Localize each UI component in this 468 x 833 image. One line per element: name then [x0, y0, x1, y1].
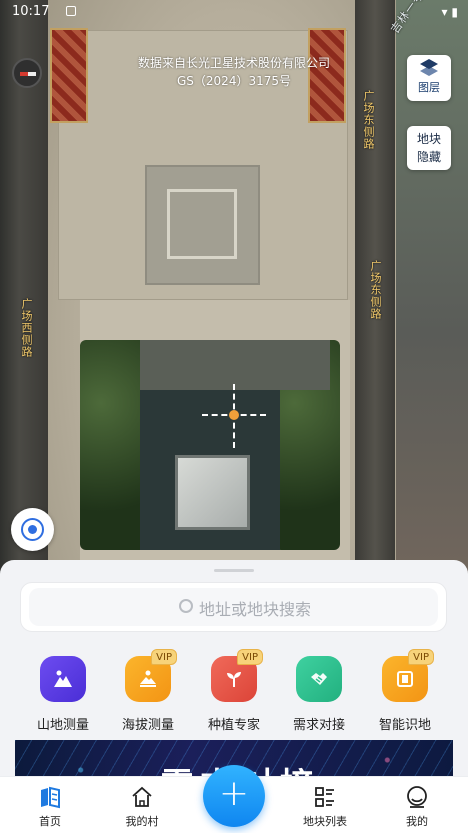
smart-identify-icon: VIP — [382, 649, 434, 702]
quick-action-altitude-survey[interactable]: VIP 海拔测量 — [108, 649, 188, 733]
village-icon — [130, 785, 154, 809]
road-label: 广场西侧路 — [20, 298, 33, 358]
compass-icon[interactable] — [12, 58, 42, 88]
tab-plot-list[interactable]: 地块列表 — [290, 785, 360, 829]
map-monument — [145, 165, 260, 285]
quick-action-smart-identify[interactable]: VIP 智能识地 — [365, 649, 445, 733]
vip-badge: VIP — [151, 649, 177, 665]
map-credit-line: GS（2024）3175号 — [177, 74, 291, 88]
tab-label: 我的 — [406, 815, 428, 828]
tab-my-village[interactable]: 我的村 — [107, 785, 177, 829]
map-credit-line: 数据来自长光卫星技术股份有限公司 — [137, 56, 330, 70]
sprout-icon: VIP — [211, 649, 263, 702]
status-bar: 10:17 ▾ ▮ — [0, 0, 468, 24]
user-icon — [405, 785, 429, 809]
locate-icon-dot — [28, 525, 37, 534]
tab-mine[interactable]: 我的 — [382, 785, 452, 829]
vip-badge: VIP — [408, 649, 434, 665]
quick-action-mountain-survey[interactable]: 山地测量 — [23, 656, 103, 733]
handshake-icon — [296, 656, 342, 702]
search-placeholder: 地址或地块搜索 — [199, 600, 312, 619]
tab-label: 首页 — [39, 815, 61, 828]
hide-plots-button[interactable]: 地块 隐藏 — [407, 126, 451, 170]
search-icon — [179, 599, 193, 613]
hide-plots-label: 地块 — [416, 132, 441, 146]
map-credit: 数据来自长光卫星技术股份有限公司 GS（2024）3175号 — [0, 54, 468, 90]
quick-action-label: 海拔测量 — [121, 718, 174, 733]
altitude-icon: VIP — [125, 649, 177, 702]
tab-label: 地块列表 — [303, 815, 347, 828]
layers-icon — [418, 59, 440, 79]
hide-plots-label: 隐藏 — [416, 150, 441, 164]
status-icons: ▾ ▮ — [441, 5, 458, 19]
vip-badge: VIP — [237, 649, 263, 665]
layers-label: 图层 — [418, 81, 440, 94]
notification-icon — [66, 6, 76, 16]
layers-button[interactable]: 图层 — [407, 55, 451, 101]
map-hall — [140, 340, 330, 390]
search-box[interactable]: 地址或地块搜索 — [20, 582, 447, 632]
quick-action-planting-expert[interactable]: VIP 种植专家 — [194, 649, 274, 733]
home-icon — [38, 785, 62, 809]
locate-button[interactable] — [11, 508, 54, 551]
search-input[interactable]: 地址或地块搜索 — [29, 588, 438, 626]
status-time: 10:17 — [12, 4, 50, 19]
quick-action-demand-matching[interactable]: 需求对接 — [279, 656, 359, 733]
add-plot-button[interactable]: + — [203, 765, 265, 827]
crosshair-center — [229, 410, 239, 420]
map-hall-roof — [175, 455, 250, 530]
sheet-handle[interactable] — [214, 569, 254, 572]
road-label: 广场东侧路 — [369, 260, 382, 320]
quick-action-label: 山地测量 — [36, 718, 89, 733]
quick-action-label: 需求对接 — [292, 718, 345, 733]
tab-label: 我的村 — [125, 815, 159, 828]
road-label: 广场东侧路 — [362, 90, 375, 150]
quick-action-label: 智能识地 — [378, 718, 431, 733]
mountain-icon — [40, 656, 86, 702]
list-icon — [313, 785, 337, 809]
tab-home[interactable]: 首页 — [15, 785, 85, 829]
quick-action-label: 种植专家 — [207, 718, 260, 733]
